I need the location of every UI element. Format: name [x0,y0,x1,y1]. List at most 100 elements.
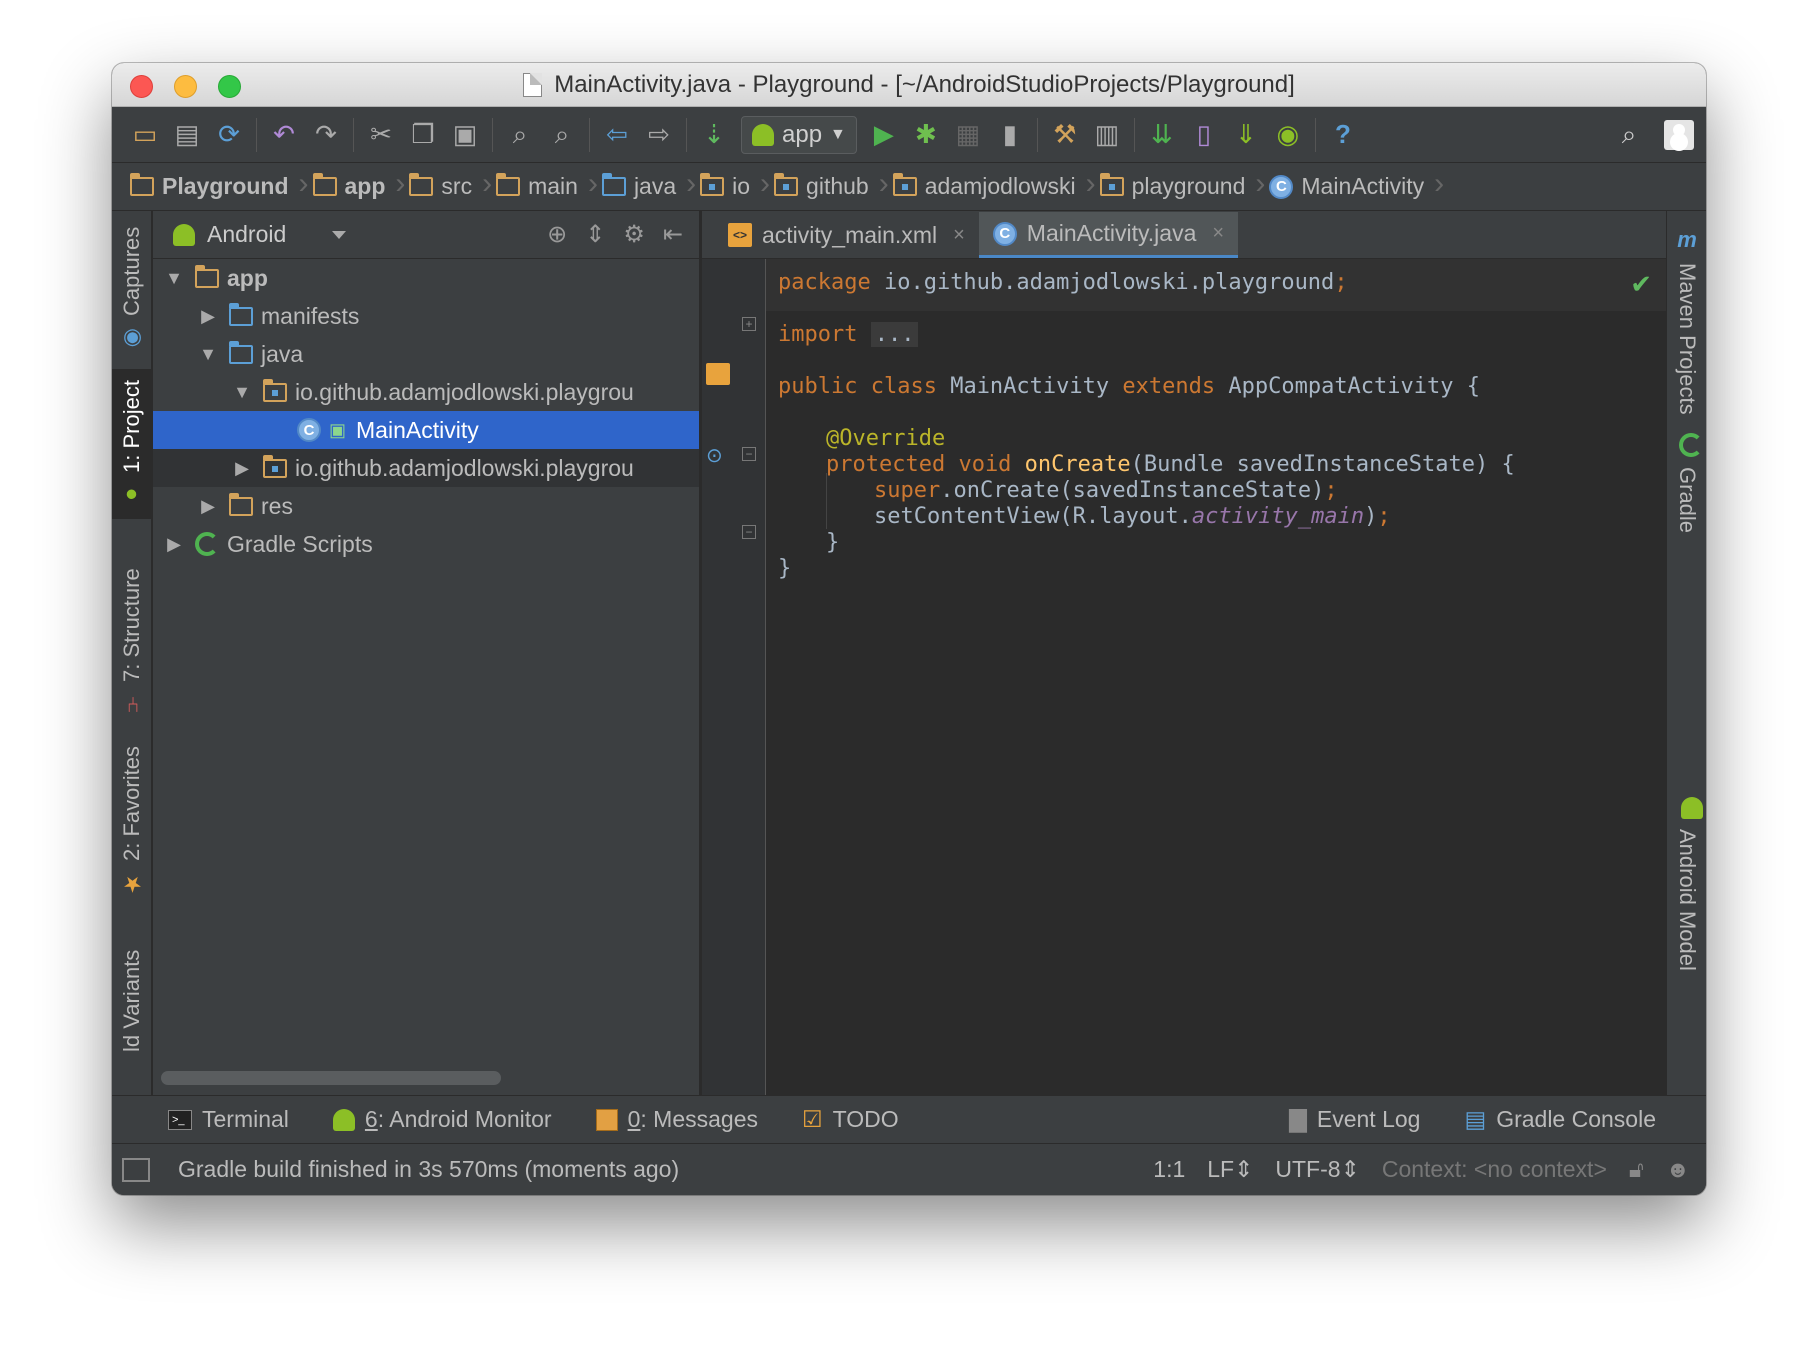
chevron-down-icon[interactable] [332,230,347,239]
close-icon[interactable]: × [1212,222,1224,245]
tree-item-package-main[interactable]: ▼ io.github.adamjodlowski.playgrou [153,373,699,411]
close-icon[interactable]: × [953,224,965,247]
tab-captures[interactable]: ◉ Captures [112,219,152,359]
tab-project[interactable]: ● 1: Project [112,369,152,519]
android-device-monitor-icon[interactable]: ◉ [1267,114,1309,156]
back-icon[interactable]: ⇦ [596,114,638,156]
tab-favorites[interactable]: ★ 2: Favorites [112,741,152,901]
tab-todo[interactable]: ☑ TODO [802,1106,899,1133]
tree-item-res[interactable]: ▶ res [153,487,699,525]
sync-icon[interactable]: ⟳ [208,114,250,156]
apply-changes-icon[interactable]: ▮ [989,114,1031,156]
collapse-all-icon[interactable]: ⇕ [585,220,605,249]
save-icon[interactable]: ▤ [166,114,208,156]
fold-collapse-icon[interactable]: − [742,447,756,461]
undo-icon[interactable]: ↶ [263,114,305,156]
breadcrumb-src[interactable]: src [409,167,492,201]
collapsed-arrow-icon[interactable]: ▶ [163,534,185,555]
status-message[interactable]: Gradle build finished in 3s 570ms (momen… [178,1156,679,1183]
todo-icon: ☑ [802,1106,823,1132]
gear-icon[interactable]: ⚙ [623,220,645,249]
copy-icon[interactable]: ❐ [402,114,444,156]
tab-gradle-console[interactable]: ▤ Gradle Console [1464,1106,1656,1133]
tab-event-log[interactable]: ▇ Event Log [1289,1106,1420,1133]
breadcrumb-label: io [732,173,751,199]
tab-activity-main-xml[interactable]: <> activity_main.xml × [714,212,979,258]
cursor-position[interactable]: 1:1 [1153,1156,1185,1183]
run-icon[interactable]: ▶ [863,114,905,156]
tree-item-java[interactable]: ▼ java [153,335,699,373]
breadcrumb-github[interactable]: github [774,167,888,201]
replace-icon[interactable]: ⌕ [541,114,583,156]
inspection-ok-icon[interactable]: ✔ [1630,269,1652,300]
line-separator-widget[interactable]: LF⇕ [1207,1156,1253,1183]
tab-android-model[interactable]: Android Model [1667,797,1706,971]
attach-debugger-icon[interactable]: ▦ [947,114,989,156]
close-window-button[interactable] [130,75,153,98]
tab-build-variants[interactable]: ld Variants [112,941,152,1061]
layout-related-icon[interactable] [706,363,730,385]
tab-maven-projects[interactable]: m Maven Projects [1667,227,1706,415]
horizontal-scrollbar[interactable] [161,1071,501,1085]
inspector-icon[interactable]: ☻ [1666,1156,1690,1183]
sdk-manager-icon[interactable]: ⇓ [1225,114,1267,156]
debug-icon[interactable]: ✱ [905,114,947,156]
sync-gradle-icon[interactable]: ⇊ [1141,114,1183,156]
toolbar-separator [686,117,687,152]
editor-gutter[interactable]: + ⊙ − − [702,259,766,1095]
expanded-arrow-icon[interactable]: ▼ [163,268,185,289]
paste-icon[interactable]: ▣ [444,114,486,156]
forward-icon[interactable]: ⇨ [638,114,680,156]
avd-manager-icon[interactable]: ▯ [1183,114,1225,156]
collapsed-arrow-icon[interactable]: ▶ [197,496,219,517]
breadcrumb-playground-package[interactable]: playground [1099,167,1265,201]
zoom-window-button[interactable] [218,75,241,98]
breadcrumb-mainactivity[interactable]: C MainActivity [1269,167,1444,201]
toggle-tool-windows-icon[interactable] [122,1157,150,1182]
redo-icon[interactable]: ↷ [305,114,347,156]
fold-end-icon[interactable]: − [742,525,756,539]
tab-mainactivity-java[interactable]: C MainActivity.java × [978,212,1239,258]
tree-item-app[interactable]: ▼ app [153,259,699,297]
override-method-icon[interactable]: ⊙ [706,443,723,468]
tree-item-package-test[interactable]: ▶ io.github.adamjodlowski.playgrou [153,449,699,487]
run-config-dropdown[interactable]: app ▼ [741,115,857,154]
tab-gradle[interactable]: Gradle [1667,433,1706,533]
fold-expand-icon[interactable]: + [742,317,756,331]
context-widget[interactable]: Context: <no context> [1382,1156,1607,1183]
tree-item-gradle-scripts[interactable]: ▶ Gradle Scripts [153,525,699,563]
scroll-from-source-icon[interactable]: ⊕ [547,220,567,249]
cut-icon[interactable]: ✂ [360,114,402,156]
tab-structure[interactable]: ⑂ 7: Structure [112,561,152,721]
hide-panel-icon[interactable]: ⇤ [663,220,683,249]
breadcrumb-app[interactable]: app [312,167,405,201]
collapsed-arrow-icon[interactable]: ▶ [231,458,253,479]
breadcrumb-adamjodlowski[interactable]: adamjodlowski [892,167,1095,201]
collapsed-arrow-icon[interactable]: ▶ [197,306,219,327]
tab-messages[interactable]: 0: Messages [595,1106,758,1133]
minimize-window-button[interactable] [174,75,197,98]
lock-icon[interactable]: 🔓︎ [1629,1156,1644,1183]
project-structure-icon[interactable]: ⚒ [1044,114,1086,156]
code-area[interactable]: package io.github.adamjodlowski.playgrou… [766,259,1666,1095]
project-view-mode[interactable]: Android [207,221,286,248]
help-icon[interactable]: ? [1322,114,1364,156]
package-icon [1099,173,1124,196]
breadcrumb-io[interactable]: io [700,167,770,201]
breadcrumb-playground[interactable]: Playground [130,167,308,201]
tab-terminal[interactable]: >_ Terminal [168,1106,289,1133]
search-everywhere-icon[interactable]: ⌕ [1608,114,1650,156]
breadcrumb-java[interactable]: java [601,167,696,201]
encoding-widget[interactable]: UTF-8⇕ [1275,1156,1359,1183]
expanded-arrow-icon[interactable]: ▼ [197,344,219,365]
tree-item-mainactivity[interactable]: C ▣ MainActivity [153,411,699,449]
tree-item-manifests[interactable]: ▶ manifests [153,297,699,335]
open-folder-icon[interactable]: ▭ [124,114,166,156]
tab-android-monitor[interactable]: 6: Android Monitor [332,1106,552,1133]
expanded-arrow-icon[interactable]: ▼ [231,382,253,403]
user-avatar-icon[interactable] [1664,119,1694,150]
breadcrumb-main[interactable]: main [496,167,598,201]
module-settings-icon[interactable]: ▥ [1086,114,1128,156]
find-icon[interactable]: ⌕ [499,114,541,156]
make-project-icon[interactable]: ⇣ [693,114,735,156]
